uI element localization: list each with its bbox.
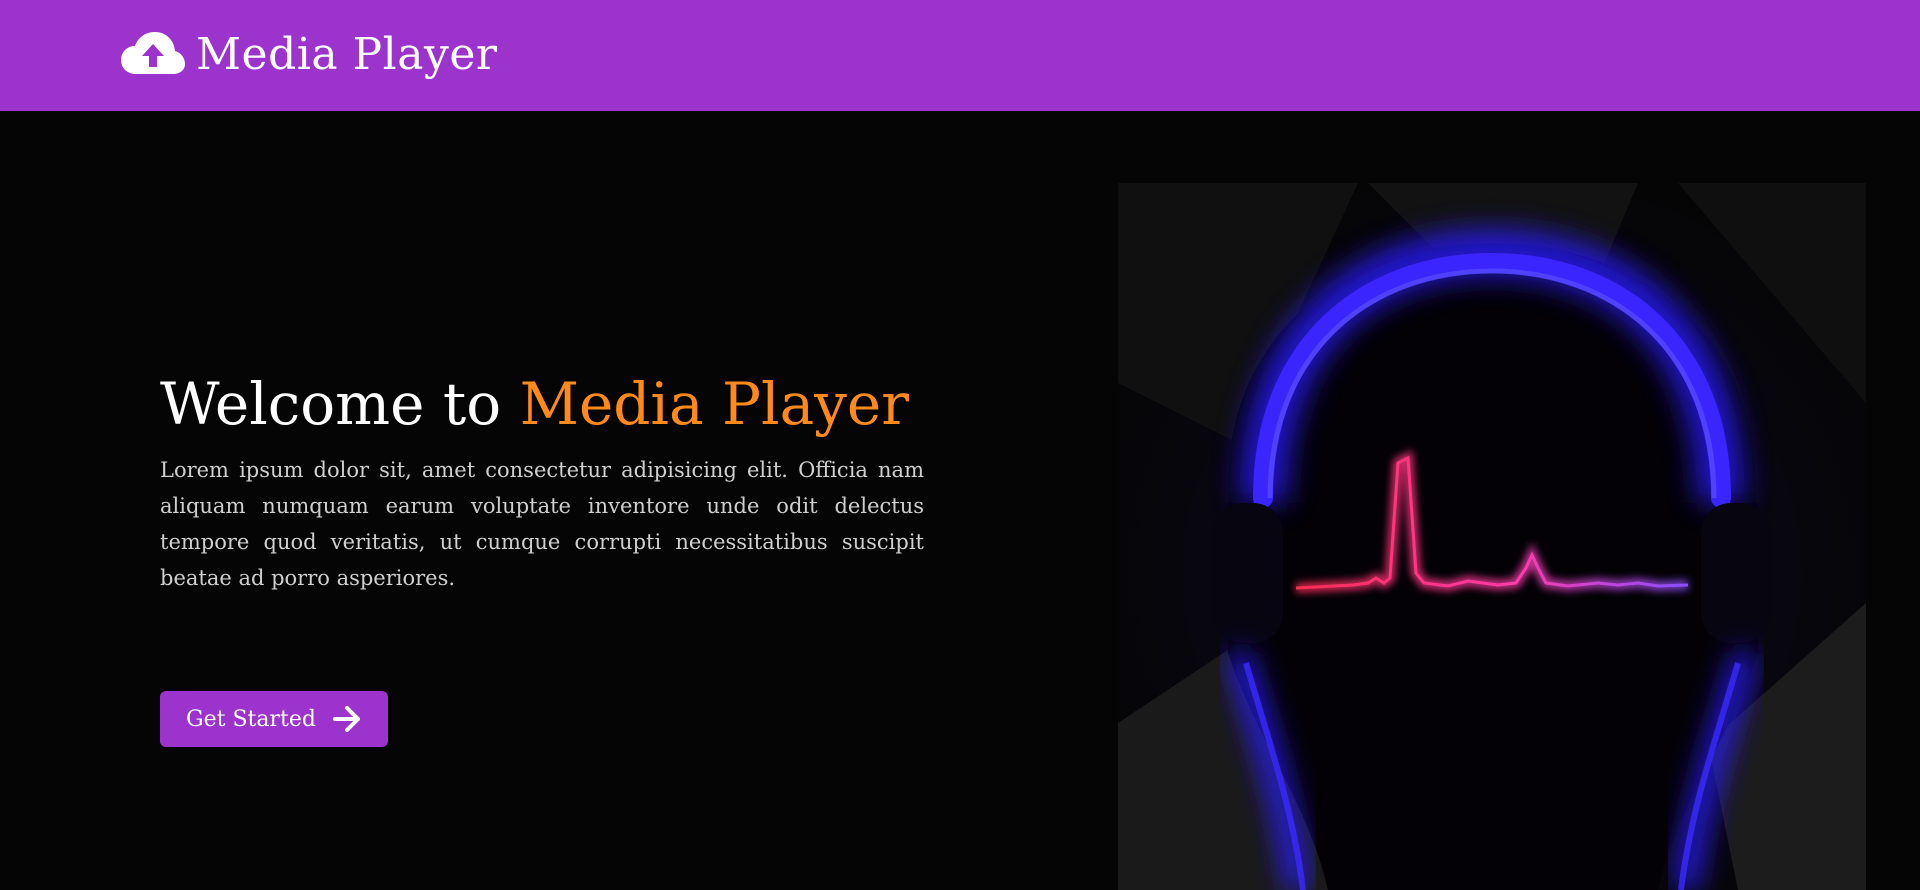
arrow-right-icon [332, 705, 362, 733]
hero-section: Welcome to Media Player Lorem ipsum dolo… [0, 111, 1920, 890]
brand-link[interactable]: Media Player [120, 28, 497, 82]
hero-title-accent: Media Player [519, 370, 909, 438]
brand-name: Media Player [196, 29, 498, 80]
hero-title-prefix: Welcome to [160, 370, 520, 438]
hero-description: Lorem ipsum dolor sit, amet consectetur … [160, 458, 924, 590]
navbar: Media Player [0, 0, 1920, 111]
cloud-upload-icon [120, 30, 186, 80]
get-started-button[interactable]: Get Started [160, 691, 388, 747]
get-started-label: Get Started [186, 706, 316, 732]
headphones-pulse-image [1118, 183, 1866, 890]
hero-title: Welcome to Media Player [160, 369, 909, 439]
